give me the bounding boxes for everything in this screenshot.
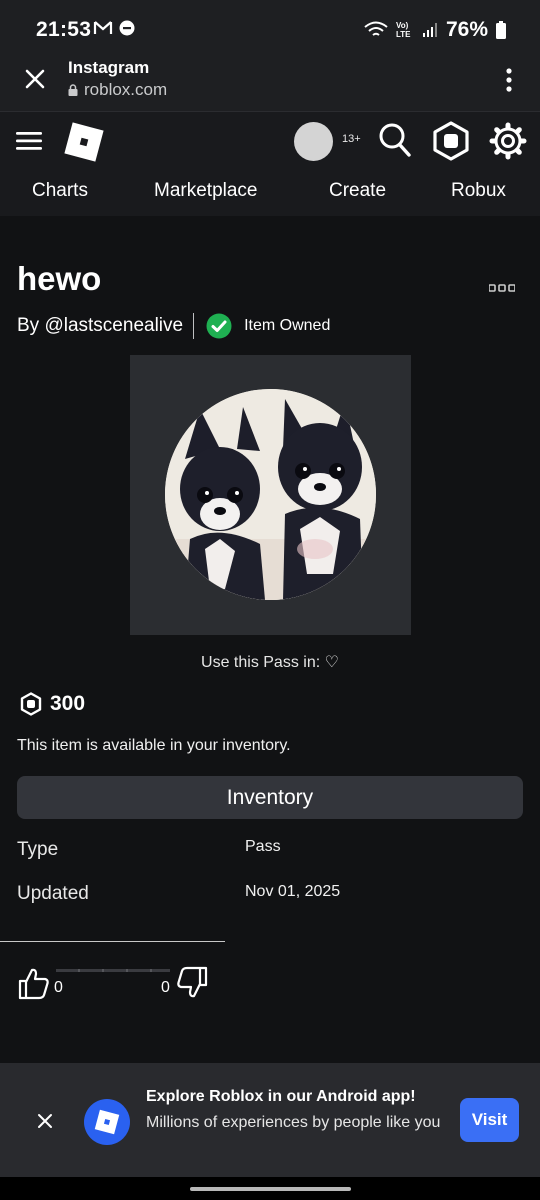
detail-value-type: Pass: [245, 838, 281, 855]
banner-title: Explore Roblox in our Android app!: [146, 1088, 416, 1105]
visit-button[interactable]: Visit: [460, 1098, 519, 1142]
do-not-disturb-icon: [119, 20, 135, 36]
thumbs-down-icon[interactable]: [175, 966, 209, 1000]
url-text: roblox.com: [84, 80, 168, 99]
close-icon[interactable]: [22, 66, 48, 92]
more-options-icon[interactable]: [489, 284, 515, 292]
nav-tabs: Charts Marketplace Create Robux: [0, 180, 540, 210]
detail-label-updated: Updated: [17, 883, 89, 904]
section-divider: [0, 941, 225, 942]
age-badge: 13+: [342, 133, 361, 145]
thumbs-up-icon[interactable]: [17, 966, 51, 1000]
search-icon[interactable]: [378, 122, 412, 158]
detail-value-updated: Nov 01, 2025: [245, 883, 341, 900]
browser-title: Instagram: [68, 58, 150, 77]
status-right: Vo) LTE 76%: [364, 18, 506, 42]
vote-bar: [56, 969, 170, 972]
item-title: hewo: [17, 260, 102, 297]
price-row: 300: [20, 692, 85, 716]
detail-label-type: Type: [17, 839, 59, 860]
battery-icon: [496, 21, 506, 39]
tab-charts[interactable]: Charts: [32, 180, 88, 202]
robux-icon: [20, 692, 42, 716]
site-header: 13+ Charts Marketplace Create Robux: [0, 112, 540, 216]
check-circle-icon: [206, 313, 232, 339]
roblox-logo-icon[interactable]: [64, 122, 104, 162]
banner-subtitle: Millions of experiences by people like y…: [146, 1114, 441, 1131]
status-bar: 21:53 Vo) LTE 76%: [0, 0, 540, 58]
price-value: 300: [50, 692, 86, 715]
browser-url[interactable]: roblox.com: [68, 80, 167, 100]
tab-create[interactable]: Create: [329, 180, 386, 202]
availability-text: This item is available in your inventory…: [17, 737, 291, 754]
item-thumbnail: [130, 355, 411, 635]
byline-divider: [193, 313, 195, 339]
volte-label: Vo) LTE: [395, 21, 411, 39]
home-indicator[interactable]: [190, 1187, 351, 1191]
avatar[interactable]: [294, 122, 333, 161]
status-time: 21:53: [36, 18, 92, 41]
hamburger-menu-icon[interactable]: [16, 130, 42, 152]
downvote-count: 0: [161, 979, 170, 996]
notification-icons: [93, 20, 135, 36]
lock-icon: [68, 84, 78, 96]
gmail-icon: [93, 21, 113, 34]
roblox-app-logo-icon: [84, 1099, 130, 1145]
robux-icon[interactable]: [432, 121, 470, 161]
use-pass-text: Use this Pass in: ♡: [201, 654, 339, 671]
owned-label: Item Owned: [244, 317, 331, 334]
signal-icon: [422, 23, 437, 37]
close-icon[interactable]: [37, 1113, 53, 1129]
app-promo-banner: Explore Roblox in our Android app! Milli…: [0, 1063, 540, 1177]
battery-percent: 76%: [445, 18, 488, 41]
system-nav-bar: [0, 1177, 540, 1200]
browser-toolbar: Instagram roblox.com: [0, 58, 540, 112]
gear-icon[interactable]: [489, 121, 527, 161]
puppies-image: [165, 389, 376, 600]
wifi-icon: [364, 21, 388, 36]
more-vertical-icon[interactable]: [504, 68, 514, 92]
inventory-button[interactable]: Inventory: [17, 776, 523, 819]
byline: By @lastscenealive Item Owned: [17, 313, 330, 339]
tab-marketplace[interactable]: Marketplace: [154, 180, 258, 202]
upvote-count: 0: [54, 979, 63, 996]
tab-robux[interactable]: Robux: [451, 180, 506, 202]
creator-link[interactable]: By @lastscenealive: [17, 315, 183, 337]
